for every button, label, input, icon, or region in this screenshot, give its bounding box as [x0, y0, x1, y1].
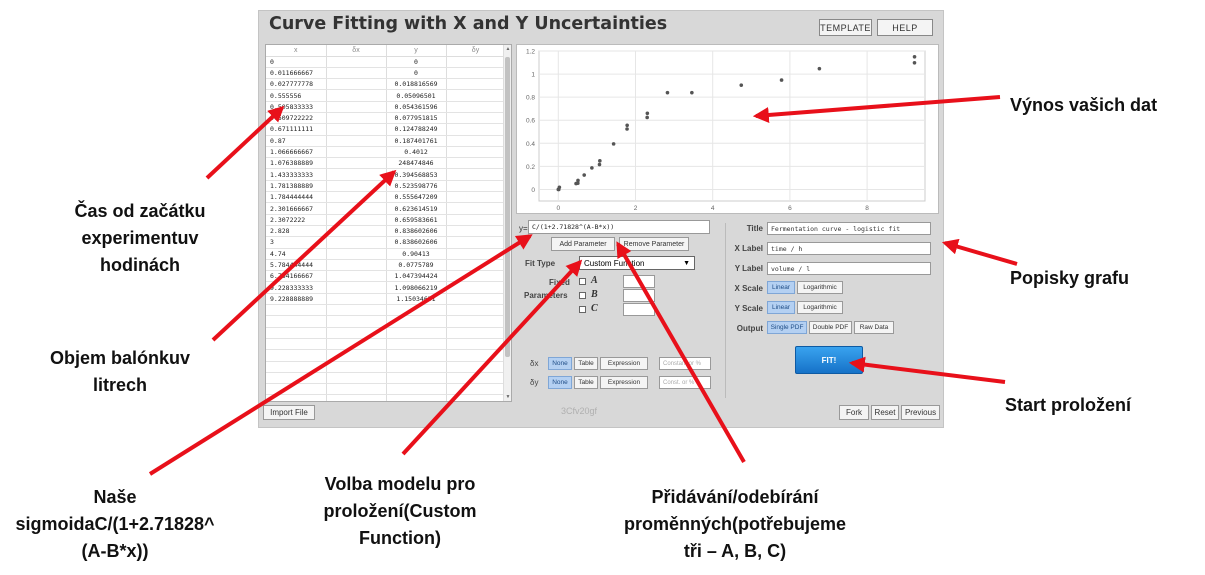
annotation-cas: Čas od začátku experimentuv hodinách [74, 201, 206, 275]
arrow-pridavani [616, 241, 746, 464]
annotation-pridavani: Přidávání/odebírání proměnných(potřebujem… [623, 487, 847, 561]
arrow-start [848, 356, 1006, 384]
arrow-volba [401, 259, 583, 456]
arrow-popisky [941, 238, 1018, 266]
annotation-volba: Volba modelu pro proložení(Custom Function… [323, 474, 477, 548]
arrow-cas [205, 105, 285, 180]
annotation-nase: Naše sigmoidaC/(1+2.71828^ (A-B*x)) [15, 487, 215, 561]
arrow-vynos [752, 95, 1001, 123]
annotation-vynos: Výnos vašich dat [1010, 95, 1158, 115]
annotation-start: Start proložení [1005, 395, 1132, 415]
annotation-popisky: Popisky grafu [1010, 268, 1130, 288]
arrow-objem [211, 169, 397, 342]
annotation-objem: Objem balónkuv litrech [49, 348, 191, 395]
